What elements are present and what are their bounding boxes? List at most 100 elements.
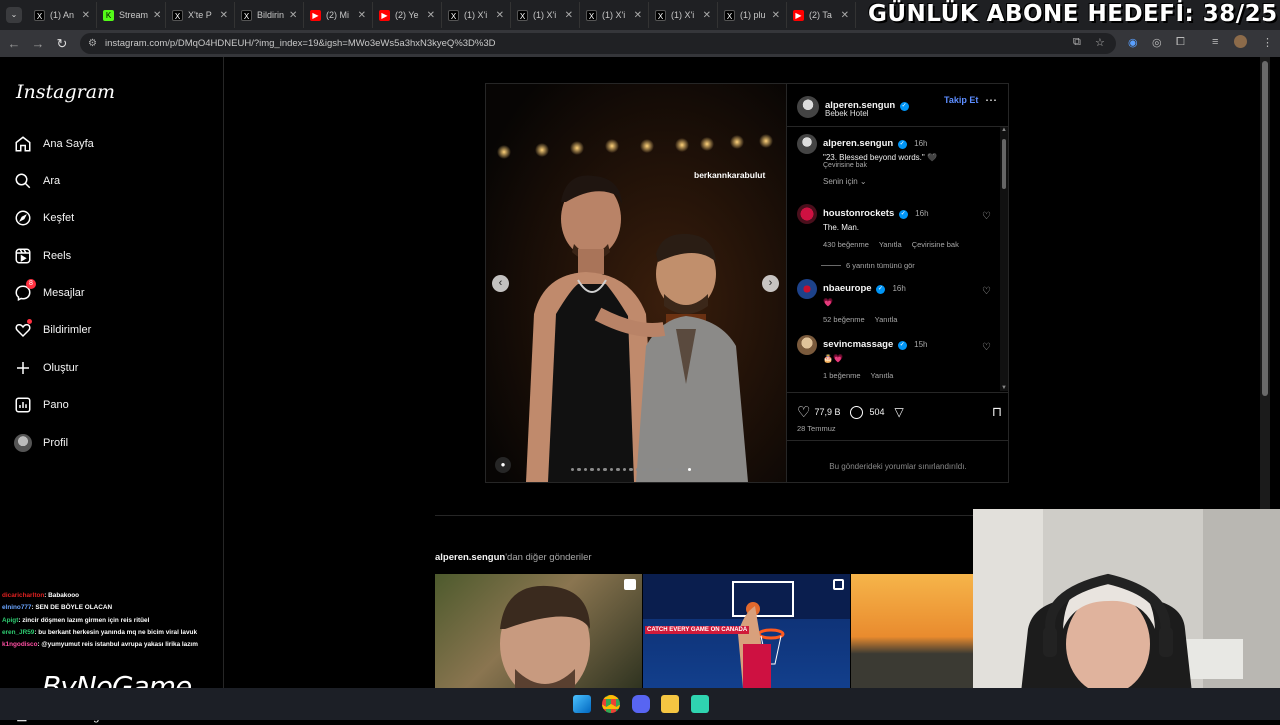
reply-button[interactable]: Yanıtla (870, 371, 893, 380)
browser-tab[interactable]: X (1) X'i ✕ (442, 2, 511, 28)
file-explorer-icon[interactable] (661, 695, 679, 713)
tagged-people-button[interactable]: ● (495, 457, 511, 473)
instagram-logo[interactable]: Instagram (16, 81, 115, 103)
more-posts-username[interactable]: alperen.sengun (435, 552, 505, 563)
comment-icon[interactable] (850, 405, 864, 419)
puzzle-icon[interactable]: ⧠ (1176, 36, 1185, 49)
audio-icon[interactable]: ◉ (1128, 36, 1138, 49)
comments-scrollbar[interactable]: ▲ ▼ (1000, 127, 1008, 391)
comment-avatar[interactable] (797, 279, 817, 299)
comment-likes[interactable]: 52 beğenme (823, 315, 865, 324)
close-icon[interactable]: ✕ (427, 10, 435, 21)
comment-like-icon[interactable]: ♡ (982, 286, 991, 297)
close-icon[interactable]: ✕ (703, 10, 711, 21)
post-location[interactable]: Bebek Hotel (825, 109, 869, 118)
url-text: instagram.com/p/DMqO4HDNEUH/?img_index=1… (104, 38, 496, 49)
close-icon[interactable]: ✕ (772, 10, 780, 21)
discord-icon[interactable] (632, 695, 650, 713)
close-icon[interactable]: ✕ (153, 10, 161, 21)
translate-link[interactable]: Çevirisine bak (823, 162, 993, 169)
sidebar-item-dashboard[interactable]: Pano (14, 396, 69, 414)
comment-username[interactable]: sevincmassage (823, 339, 893, 350)
browser-tab[interactable]: X (1) X'i ✕ (580, 2, 649, 28)
close-icon[interactable]: ✕ (358, 10, 366, 21)
close-icon[interactable]: ✕ (634, 10, 642, 21)
translate-link[interactable]: Çevirisine bak (912, 240, 959, 249)
browser-tab[interactable]: X (1) X'i ✕ (649, 2, 718, 28)
profile-avatar[interactable] (1234, 35, 1247, 48)
comment-like-icon[interactable]: ♡ (982, 211, 991, 222)
caption-username[interactable]: alperen.sengun (823, 138, 893, 149)
sidebar-item-create[interactable]: Oluştur (14, 359, 78, 377)
close-icon[interactable]: ✕ (289, 10, 297, 21)
install-icon[interactable]: ⧉ (1073, 36, 1081, 49)
bookmark-icon[interactable]: ⊓ (992, 404, 1002, 420)
reply-button[interactable]: Yanıtla (875, 315, 898, 324)
browser-tab[interactable]: X Bildirin ✕ (235, 2, 304, 28)
post-date[interactable]: 28 Temmuz (797, 424, 836, 433)
scroll-down-icon[interactable]: ▼ (1000, 385, 1008, 391)
scrollbar-thumb[interactable] (1262, 61, 1268, 396)
sidebar-item-messages[interactable]: 8 Mesajlar (14, 279, 85, 302)
reading-list-icon[interactable]: ≡ (1212, 36, 1218, 48)
extension-icon[interactable]: ◎ (1152, 36, 1162, 49)
close-icon[interactable]: ✕ (220, 10, 228, 21)
windows-start-icon[interactable] (573, 695, 591, 713)
sidebar-item-explore[interactable]: Keşfet (14, 209, 74, 227)
like-count[interactable]: 77,9 B (814, 407, 840, 417)
follow-button[interactable]: Takip Et (944, 95, 978, 105)
carousel-prev-button[interactable]: ‹ (492, 275, 509, 292)
carousel-next-button[interactable]: › (762, 275, 779, 292)
close-icon[interactable]: ✕ (82, 10, 90, 21)
site-info-icon[interactable]: ⚙ (88, 38, 97, 49)
close-icon[interactable]: ✕ (841, 10, 849, 21)
browser-tab[interactable]: X (1) plu ✕ (718, 2, 787, 28)
close-icon[interactable]: ✕ (496, 10, 504, 21)
comment-username[interactable]: nbaeurope (823, 283, 872, 294)
browser-tab[interactable]: ▶ (2) Mi ✕ (304, 2, 373, 28)
browser-tab[interactable]: K Stream ✕ (97, 2, 166, 28)
comment-avatar[interactable] (797, 335, 817, 355)
post-photo[interactable]: berkannkarabulut ‹ › ● (486, 84, 786, 482)
sidebar-item-notifications[interactable]: Bildirimler (14, 319, 91, 339)
comment-sort-dropdown[interactable]: Senin için ⌄ (823, 177, 867, 186)
comment-likes[interactable]: 430 beğenme (823, 240, 869, 249)
more-post-thumbnail[interactable] (851, 574, 973, 688)
scroll-up-icon[interactable]: ▲ (1000, 127, 1008, 133)
reload-icon[interactable]: ↻ (50, 36, 74, 52)
browser-tab[interactable]: X (1) An ✕ (28, 2, 97, 28)
comments-scroller[interactable]: alperen.sengun ✓ 16h "23. Blessed beyond… (787, 127, 1009, 391)
author-avatar[interactable] (797, 96, 819, 118)
browser-tab[interactable]: X (1) X'i ✕ (511, 2, 580, 28)
comment-likes[interactable]: 1 beğenme (823, 371, 861, 380)
comment-avatar[interactable] (797, 204, 817, 224)
comment-like-icon[interactable]: ♡ (982, 342, 991, 353)
comments-scroll-thumb[interactable] (1002, 139, 1006, 189)
back-icon[interactable]: ← (2, 36, 26, 51)
url-input[interactable]: ⚙ instagram.com/p/DMqO4HDNEUH/?img_index… (80, 33, 1116, 54)
reply-button[interactable]: Yanıtla (879, 240, 902, 249)
sidebar-item-search[interactable]: Ara (14, 172, 60, 190)
browser-tab[interactable]: ▶ (2) Ye ✕ (373, 2, 442, 28)
tab-search-button[interactable]: ⌄ (6, 7, 22, 23)
more-menu-icon[interactable]: ⋮ (1262, 36, 1273, 49)
caption-avatar[interactable] (797, 134, 817, 154)
app-icon[interactable] (691, 695, 709, 713)
chrome-icon[interactable] (602, 695, 620, 713)
more-post-thumbnail[interactable]: CATCH EVERY GAME ON CANADA (643, 574, 850, 688)
sidebar-item-reels[interactable]: Reels (14, 247, 71, 265)
photo-tag-label[interactable]: berkannkarabulut (694, 170, 765, 180)
view-replies-link[interactable]: 6 yanıtın tümünü gör (821, 261, 983, 270)
like-icon[interactable]: ♡ (797, 403, 810, 421)
bookmark-star-icon[interactable]: ☆ (1095, 36, 1105, 49)
more-options-icon[interactable]: ⋯ (985, 93, 997, 107)
browser-tab[interactable]: ▶ (2) Ta ✕ (787, 2, 856, 28)
share-icon[interactable]: ▽ (895, 405, 904, 419)
comment-username[interactable]: houstonrockets (823, 208, 894, 219)
browser-tab[interactable]: X X'te P ✕ (166, 2, 235, 28)
more-post-thumbnail[interactable] (435, 574, 642, 688)
forward-icon[interactable]: → (26, 36, 50, 51)
sidebar-item-profile[interactable]: Profil (14, 434, 68, 452)
sidebar-item-home[interactable]: Ana Sayfa (14, 135, 94, 153)
close-icon[interactable]: ✕ (565, 10, 573, 21)
